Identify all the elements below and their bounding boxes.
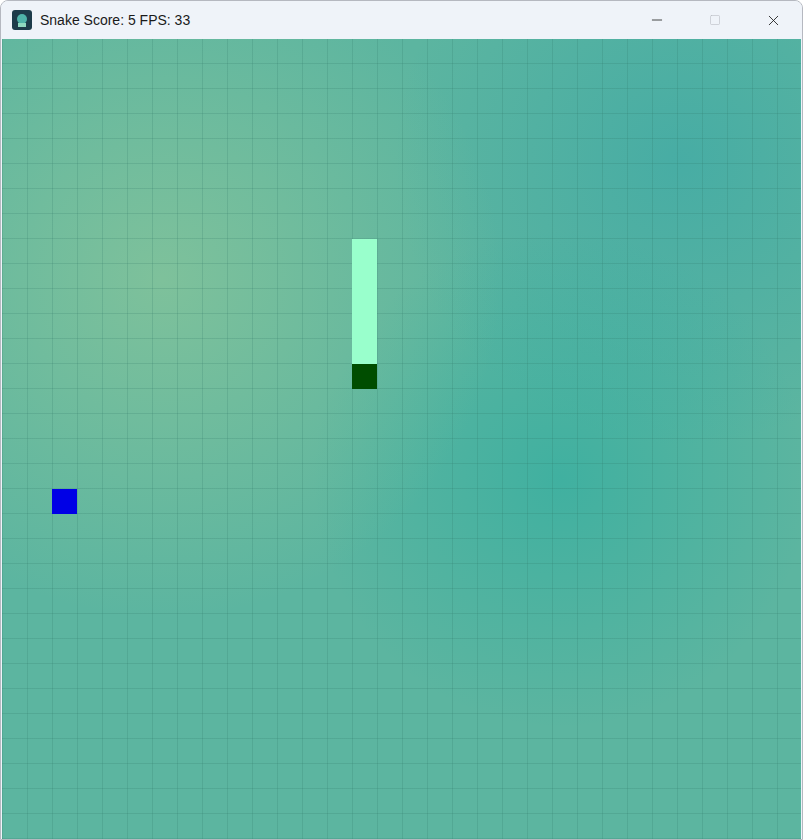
close-icon [765, 12, 782, 29]
app-icon [12, 10, 32, 30]
minimize-button[interactable] [628, 1, 686, 39]
food [52, 489, 77, 514]
maximize-icon [709, 14, 721, 26]
snake-head [352, 364, 377, 389]
minimize-icon [649, 12, 665, 28]
window-controls [628, 1, 802, 39]
window-title: Snake Score: 5 FPS: 33 [40, 12, 628, 28]
game-window: Snake Score: 5 FPS: 33 [0, 0, 803, 840]
game-board [2, 39, 801, 839]
snake-segment [352, 239, 377, 264]
snake-segment [352, 314, 377, 339]
snake-segment [352, 339, 377, 364]
snake-segment [352, 289, 377, 314]
snake-segment [352, 264, 377, 289]
close-button[interactable] [744, 1, 802, 39]
title-bar: Snake Score: 5 FPS: 33 [1, 1, 802, 39]
maximize-button [686, 1, 744, 39]
